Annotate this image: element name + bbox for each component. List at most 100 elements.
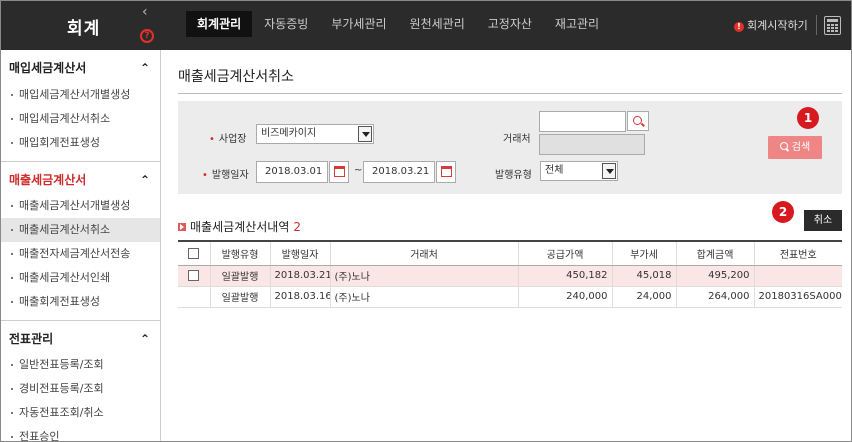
tab-withholding-tax[interactable]: 원천세관리 bbox=[399, 11, 476, 37]
tab-inventory[interactable]: 재고관리 bbox=[544, 11, 610, 37]
alert-icon: ! bbox=[734, 22, 744, 32]
business-select[interactable]: 비즈메카이지 bbox=[256, 124, 374, 144]
tab-fixed-assets[interactable]: 고정자산 bbox=[477, 11, 543, 37]
chevron-down-icon bbox=[602, 163, 616, 179]
app-title: 회계 bbox=[67, 19, 101, 39]
sidebar-section-label: 전표관리 bbox=[9, 332, 54, 346]
app-window: 회계 ‹ ? 회계관리 자동증빙 부가세관리 원천세관리 고정자산 재고관리 !… bbox=[0, 0, 852, 442]
sidebar-section-label: 매입세금계산서 bbox=[9, 61, 87, 75]
sidebar-item-purchase-invoice-create[interactable]: 매입세금계산서개별생성 bbox=[1, 83, 160, 107]
sidebar-item-purchase-voucher-create[interactable]: 매입회계전표생성 bbox=[1, 131, 160, 155]
business-label: • 사업장 bbox=[209, 134, 247, 145]
cell-vat: 45,018 bbox=[611, 265, 676, 287]
cell-supply: 240,000 bbox=[517, 286, 612, 308]
sidebar-item-expense-voucher[interactable]: 경비전표등록/조회 bbox=[1, 377, 160, 401]
chevron-up-icon: ⌃ bbox=[139, 61, 150, 75]
page-title: 매출세금계산서취소 bbox=[178, 69, 294, 85]
brand-area: 회계 ‹ ? bbox=[1, 1, 161, 50]
cancel-button[interactable]: 취소 bbox=[804, 210, 842, 231]
sidebar-item-purchase-invoice-cancel[interactable]: 매입세금계산서취소 bbox=[1, 107, 160, 131]
sidebar-item-sales-invoice-create[interactable]: 매출세금계산서개별생성 bbox=[1, 194, 160, 218]
list-count: 2 bbox=[293, 220, 302, 234]
start-accounting-label: 회계시작하기 bbox=[747, 19, 808, 32]
cell-voucher bbox=[753, 265, 842, 287]
sidebar-section-label: 매출세금계산서 bbox=[9, 173, 87, 187]
calendar-icon[interactable] bbox=[329, 161, 349, 183]
date-from-input[interactable]: 2018.03.01 bbox=[256, 161, 328, 183]
header-select-all[interactable] bbox=[178, 240, 210, 266]
row-checkbox-cell bbox=[178, 286, 210, 308]
search-icon bbox=[779, 142, 789, 151]
row-checkbox-cell[interactable] bbox=[178, 265, 210, 287]
cell-total: 264,000 bbox=[675, 286, 754, 308]
date-to-input[interactable]: 2018.03.21 bbox=[363, 161, 435, 183]
cell-total: 495,200 bbox=[675, 265, 754, 287]
business-select-value: 비즈메카이지 bbox=[261, 128, 317, 139]
client-label: 거래처 bbox=[503, 134, 531, 145]
cell-client: (주)노나 bbox=[329, 265, 518, 287]
cell-voucher: 20180316SA00001 bbox=[753, 286, 842, 308]
row-checkbox[interactable] bbox=[188, 269, 200, 281]
chevron-up-icon: ⌃ bbox=[139, 173, 150, 187]
client-search-icon[interactable] bbox=[627, 111, 649, 131]
main-nav: 회계관리 자동증빙 부가세관리 원천세관리 고정자산 재고관리 bbox=[186, 11, 611, 37]
cell-date: 2018.03.16 bbox=[269, 286, 330, 308]
column-header: 거래처 bbox=[329, 240, 518, 266]
invoice-table: 발행유형 발행일자 거래처 공급가액 부가세 합계금액 전표번호 일괄발행 20… bbox=[178, 240, 842, 308]
top-bar: 회계 ‹ ? 회계관리 자동증빙 부가세관리 원천세관리 고정자산 재고관리 !… bbox=[1, 1, 851, 50]
sidebar-item-auto-voucher[interactable]: 자동전표조회/취소 bbox=[1, 401, 160, 425]
chevron-down-icon bbox=[358, 126, 372, 142]
sidebar-item-voucher-approval[interactable]: 전표승인 bbox=[1, 425, 160, 441]
sidebar-section-voucher-management[interactable]: 전표관리 ⌃ bbox=[1, 320, 160, 353]
column-header: 부가세 bbox=[611, 240, 676, 266]
type-select[interactable]: 전체 bbox=[540, 161, 618, 181]
arrow-bullet-icon bbox=[178, 223, 186, 231]
sidebar-item-sales-invoice-print[interactable]: 매출세금계산서인쇄 bbox=[1, 266, 160, 290]
client-input[interactable] bbox=[539, 111, 626, 132]
type-select-value: 전체 bbox=[545, 165, 564, 176]
sidebar-item-general-voucher[interactable]: 일반전표등록/조회 bbox=[1, 353, 160, 377]
step-badge-2: 2 bbox=[772, 201, 794, 223]
step-badge-1: 1 bbox=[797, 107, 819, 129]
collapse-sidebar-icon[interactable]: ‹ bbox=[142, 4, 148, 20]
tab-vat[interactable]: 부가세관리 bbox=[320, 11, 397, 37]
tab-auto-evidence[interactable]: 자동증빙 bbox=[253, 11, 319, 37]
search-button[interactable]: 검색 bbox=[768, 136, 822, 159]
divider bbox=[178, 93, 842, 94]
table-row[interactable]: 일괄발행 2018.03.21 (주)노나 450,182 45,018 495… bbox=[178, 265, 842, 287]
cell-type: 일괄발행 bbox=[209, 286, 270, 308]
sidebar-item-sales-einvoice-send[interactable]: 매출전자세금계산서전송 bbox=[1, 242, 160, 266]
table-row[interactable]: 일괄발행 2018.03.16 (주)노나 240,000 24,000 264… bbox=[178, 286, 842, 308]
type-label: 발행유형 bbox=[495, 170, 532, 181]
cell-date: 2018.03.21 bbox=[269, 265, 330, 287]
sidebar-item-sales-invoice-cancel[interactable]: 매출세금계산서취소 bbox=[1, 218, 160, 242]
sidebar-section-sales-invoice[interactable]: 매출세금계산서 ⌃ bbox=[1, 161, 160, 194]
column-header: 합계금액 bbox=[675, 240, 754, 266]
column-header: 전표번호 bbox=[753, 240, 842, 266]
chevron-up-icon: ⌃ bbox=[139, 332, 150, 346]
sidebar-item-sales-voucher-create[interactable]: 매출회계전표생성 bbox=[1, 290, 160, 314]
client-name-field bbox=[539, 134, 645, 155]
calendar-icon[interactable] bbox=[436, 161, 456, 183]
search-button-label: 검색 bbox=[791, 142, 811, 153]
column-header: 발행유형 bbox=[209, 240, 270, 266]
column-header: 공급가액 bbox=[517, 240, 612, 266]
sidebar-section-purchase-invoice[interactable]: 매입세금계산서 ⌃ bbox=[1, 50, 160, 83]
select-all-checkbox[interactable] bbox=[188, 247, 200, 259]
help-icon[interactable]: ? bbox=[140, 29, 154, 43]
start-accounting-link[interactable]: ! 회계시작하기 bbox=[734, 17, 808, 33]
sidebar: 매입세금계산서 ⌃ 매입세금계산서개별생성 매입세금계산서취소 매입회계전표생성… bbox=[1, 50, 161, 441]
list-title: 매출세금계산서내역 2 bbox=[178, 218, 301, 235]
search-panel: • 사업장 비즈메카이지 거래처 검색 • 발행일자 2018.03.01 ~ 20… bbox=[178, 101, 842, 194]
date-separator: ~ bbox=[354, 165, 363, 176]
divider bbox=[816, 15, 817, 35]
tab-accounting[interactable]: 회계관리 bbox=[186, 11, 253, 37]
cell-supply: 450,182 bbox=[517, 265, 612, 287]
table-header-row: 발행유형 발행일자 거래처 공급가액 부가세 합계금액 전표번호 bbox=[178, 240, 842, 266]
date-label: • 발행일자 bbox=[202, 170, 249, 181]
calculator-icon[interactable] bbox=[824, 16, 841, 35]
main-content: 매출세금계산서취소 • 사업장 비즈메카이지 거래처 검색 • 발행일자 2018.… bbox=[161, 50, 851, 441]
column-header: 발행일자 bbox=[269, 240, 330, 266]
cell-type: 일괄발행 bbox=[209, 265, 270, 287]
cell-vat: 24,000 bbox=[611, 286, 676, 308]
